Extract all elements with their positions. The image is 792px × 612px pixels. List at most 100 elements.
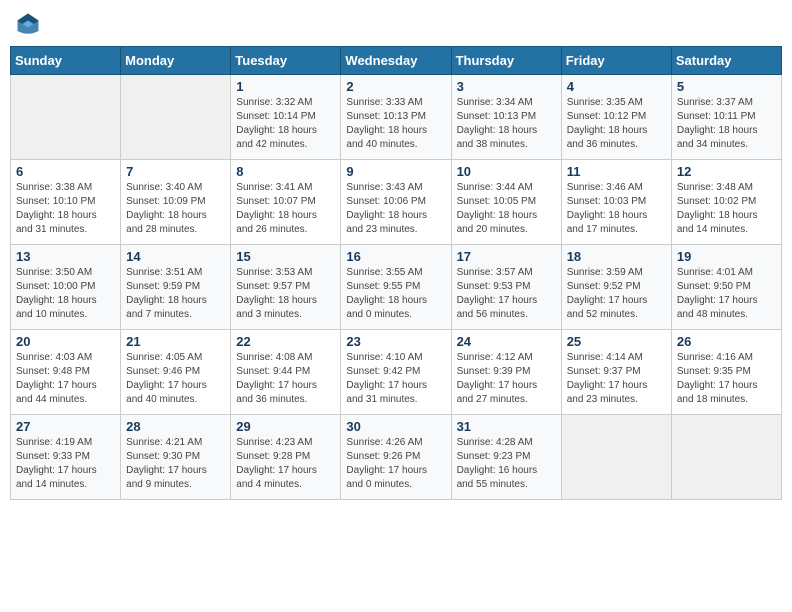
day-number: 10 <box>457 164 556 179</box>
day-number: 22 <box>236 334 335 349</box>
weekday-header-saturday: Saturday <box>671 47 781 75</box>
calendar-week-row: 27 Sunrise: 4:19 AM Sunset: 9:33 PM Dayli… <box>11 415 782 500</box>
day-info: Sunrise: 4:19 AM Sunset: 9:33 PM Dayligh… <box>16 436 115 492</box>
calendar-cell: 31 Sunrise: 4:28 AM Sunset: 9:23 PM Dayli… <box>451 415 561 500</box>
calendar-week-row: 13Sunrise: 3:50 AM Sunset: 10:00 PM Dayl… <box>11 245 782 330</box>
calendar-cell: 15Sunrise: 3:53 AM Sunset: 9:57 PM Dayli… <box>231 245 341 330</box>
calendar-cell <box>11 75 121 160</box>
day-info: Sunrise: 3:40 AM Sunset: 10:09 PM Daylig… <box>126 181 225 237</box>
day-number: 28 <box>126 419 225 434</box>
day-number: 17 <box>457 249 556 264</box>
day-info: Sunrise: 3:59 AM Sunset: 9:52 PM Dayligh… <box>567 266 666 322</box>
day-info: Sunrise: 4:10 AM Sunset: 9:42 PM Dayligh… <box>346 351 445 407</box>
day-number: 12 <box>677 164 776 179</box>
calendar-cell: 28 Sunrise: 4:21 AM Sunset: 9:30 PM Dayli… <box>121 415 231 500</box>
day-info: Sunrise: 4:05 AM Sunset: 9:46 PM Dayligh… <box>126 351 225 407</box>
day-number: 4 <box>567 79 666 94</box>
day-info: Sunrise: 3:33 AM Sunset: 10:13 PM Daylig… <box>346 96 445 152</box>
day-info: Sunrise: 4:28 AM Sunset: 9:23 PM Dayligh… <box>457 436 556 492</box>
calendar-cell: 12 Sunrise: 3:48 AM Sunset: 10:02 PM Dayl… <box>671 160 781 245</box>
calendar-cell: 2 Sunrise: 3:33 AM Sunset: 10:13 PM Dayli… <box>341 75 451 160</box>
day-info: Sunrise: 4:01 AM Sunset: 9:50 PM Dayligh… <box>677 266 776 322</box>
day-info: Sunrise: 4:23 AM Sunset: 9:28 PM Dayligh… <box>236 436 335 492</box>
calendar-cell: 1Sunrise: 3:32 AM Sunset: 10:14 PM Dayli… <box>231 75 341 160</box>
day-number: 1 <box>236 79 335 94</box>
day-info: Sunrise: 3:48 AM Sunset: 10:02 PM Daylig… <box>677 181 776 237</box>
calendar-cell: 16Sunrise: 3:55 AM Sunset: 9:55 PM Dayli… <box>341 245 451 330</box>
logo-icon <box>14 10 42 38</box>
day-number: 14 <box>126 249 225 264</box>
day-info: Sunrise: 4:26 AM Sunset: 9:26 PM Dayligh… <box>346 436 445 492</box>
day-number: 7 <box>126 164 225 179</box>
weekday-header-sunday: Sunday <box>11 47 121 75</box>
day-info: Sunrise: 3:55 AM Sunset: 9:55 PM Dayligh… <box>346 266 445 322</box>
calendar-week-row: 1Sunrise: 3:32 AM Sunset: 10:14 PM Dayli… <box>11 75 782 160</box>
day-info: Sunrise: 4:12 AM Sunset: 9:39 PM Dayligh… <box>457 351 556 407</box>
calendar-week-row: 20 Sunrise: 4:03 AM Sunset: 9:48 PM Dayli… <box>11 330 782 415</box>
day-info: Sunrise: 3:44 AM Sunset: 10:05 PM Daylig… <box>457 181 556 237</box>
day-number: 6 <box>16 164 115 179</box>
calendar-cell: 17 Sunrise: 3:57 AM Sunset: 9:53 PM Dayli… <box>451 245 561 330</box>
calendar-cell: 10 Sunrise: 3:44 AM Sunset: 10:05 PM Dayl… <box>451 160 561 245</box>
logo <box>14 10 46 38</box>
calendar-cell <box>561 415 671 500</box>
calendar-cell: 7 Sunrise: 3:40 AM Sunset: 10:09 PM Dayli… <box>121 160 231 245</box>
calendar-cell: 25 Sunrise: 4:14 AM Sunset: 9:37 PM Dayli… <box>561 330 671 415</box>
day-info: Sunrise: 3:37 AM Sunset: 10:11 PM Daylig… <box>677 96 776 152</box>
calendar-cell <box>121 75 231 160</box>
weekday-header-tuesday: Tuesday <box>231 47 341 75</box>
day-number: 31 <box>457 419 556 434</box>
weekday-header-wednesday: Wednesday <box>341 47 451 75</box>
calendar-cell: 11 Sunrise: 3:46 AM Sunset: 10:03 PM Dayl… <box>561 160 671 245</box>
calendar-cell: 5 Sunrise: 3:37 AM Sunset: 10:11 PM Dayli… <box>671 75 781 160</box>
day-number: 29 <box>236 419 335 434</box>
calendar-cell: 6 Sunrise: 3:38 AM Sunset: 10:10 PM Dayli… <box>11 160 121 245</box>
calendar-table: SundayMondayTuesdayWednesdayThursdayFrid… <box>10 46 782 500</box>
calendar-header-row: SundayMondayTuesdayWednesdayThursdayFrid… <box>11 47 782 75</box>
calendar-cell: 18Sunrise: 3:59 AM Sunset: 9:52 PM Dayli… <box>561 245 671 330</box>
calendar-cell: 9Sunrise: 3:43 AM Sunset: 10:06 PM Dayli… <box>341 160 451 245</box>
day-info: Sunrise: 4:16 AM Sunset: 9:35 PM Dayligh… <box>677 351 776 407</box>
calendar-cell: 24Sunrise: 4:12 AM Sunset: 9:39 PM Dayli… <box>451 330 561 415</box>
calendar-cell: 19 Sunrise: 4:01 AM Sunset: 9:50 PM Dayli… <box>671 245 781 330</box>
day-number: 5 <box>677 79 776 94</box>
day-info: Sunrise: 3:38 AM Sunset: 10:10 PM Daylig… <box>16 181 115 237</box>
day-number: 26 <box>677 334 776 349</box>
day-number: 19 <box>677 249 776 264</box>
day-number: 25 <box>567 334 666 349</box>
day-number: 30 <box>346 419 445 434</box>
calendar-cell: 14Sunrise: 3:51 AM Sunset: 9:59 PM Dayli… <box>121 245 231 330</box>
day-info: Sunrise: 4:21 AM Sunset: 9:30 PM Dayligh… <box>126 436 225 492</box>
day-info: Sunrise: 3:57 AM Sunset: 9:53 PM Dayligh… <box>457 266 556 322</box>
calendar-cell: 29 Sunrise: 4:23 AM Sunset: 9:28 PM Dayli… <box>231 415 341 500</box>
calendar-cell: 27 Sunrise: 4:19 AM Sunset: 9:33 PM Dayli… <box>11 415 121 500</box>
calendar-cell: 21 Sunrise: 4:05 AM Sunset: 9:46 PM Dayli… <box>121 330 231 415</box>
calendar-cell: 23 Sunrise: 4:10 AM Sunset: 9:42 PM Dayli… <box>341 330 451 415</box>
calendar-week-row: 6 Sunrise: 3:38 AM Sunset: 10:10 PM Dayli… <box>11 160 782 245</box>
weekday-header-thursday: Thursday <box>451 47 561 75</box>
day-info: Sunrise: 3:35 AM Sunset: 10:12 PM Daylig… <box>567 96 666 152</box>
page-header <box>10 10 782 38</box>
calendar-cell: 26 Sunrise: 4:16 AM Sunset: 9:35 PM Dayli… <box>671 330 781 415</box>
day-number: 2 <box>346 79 445 94</box>
day-info: Sunrise: 4:08 AM Sunset: 9:44 PM Dayligh… <box>236 351 335 407</box>
calendar-cell: 30 Sunrise: 4:26 AM Sunset: 9:26 PM Dayli… <box>341 415 451 500</box>
day-number: 27 <box>16 419 115 434</box>
day-number: 23 <box>346 334 445 349</box>
day-info: Sunrise: 4:14 AM Sunset: 9:37 PM Dayligh… <box>567 351 666 407</box>
calendar-cell: 4 Sunrise: 3:35 AM Sunset: 10:12 PM Dayli… <box>561 75 671 160</box>
day-info: Sunrise: 3:53 AM Sunset: 9:57 PM Dayligh… <box>236 266 335 322</box>
day-info: Sunrise: 3:41 AM Sunset: 10:07 PM Daylig… <box>236 181 335 237</box>
day-number: 21 <box>126 334 225 349</box>
day-info: Sunrise: 3:34 AM Sunset: 10:13 PM Daylig… <box>457 96 556 152</box>
day-info: Sunrise: 3:46 AM Sunset: 10:03 PM Daylig… <box>567 181 666 237</box>
calendar-cell: 3Sunrise: 3:34 AM Sunset: 10:13 PM Dayli… <box>451 75 561 160</box>
day-info: Sunrise: 4:03 AM Sunset: 9:48 PM Dayligh… <box>16 351 115 407</box>
weekday-header-monday: Monday <box>121 47 231 75</box>
day-number: 11 <box>567 164 666 179</box>
calendar-cell <box>671 415 781 500</box>
day-number: 13 <box>16 249 115 264</box>
calendar-cell: 22 Sunrise: 4:08 AM Sunset: 9:44 PM Dayli… <box>231 330 341 415</box>
day-number: 20 <box>16 334 115 349</box>
calendar-cell: 8Sunrise: 3:41 AM Sunset: 10:07 PM Dayli… <box>231 160 341 245</box>
